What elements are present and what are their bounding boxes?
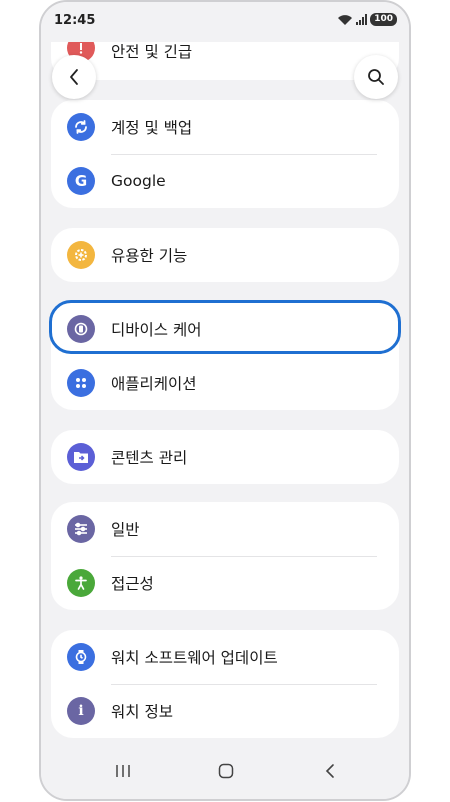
menu-label-account-backup: 계정 및 백업 [111, 119, 193, 137]
recent-apps-icon[interactable] [115, 763, 131, 779]
menu-item-google[interactable]: G Google [51, 154, 399, 208]
menu-item-accessibility[interactable]: 접근성 [51, 556, 399, 610]
apps-grid-icon [67, 369, 95, 397]
sync-icon [67, 113, 95, 141]
status-icons: 100 [337, 13, 397, 26]
menu-item-account-backup[interactable]: 계정 및 백업 [51, 100, 399, 154]
menu-label-watch-info: 워치 정보 [111, 703, 173, 721]
card-accounts: 계정 및 백업 G Google [51, 100, 399, 208]
back-button[interactable] [52, 55, 96, 99]
menu-item-watch-info[interactable]: i 워치 정보 [51, 684, 399, 738]
sliders-icon [67, 515, 95, 543]
home-icon[interactable] [218, 763, 234, 779]
status-time: 12:45 [54, 13, 96, 28]
card-general: 일반 접근성 [51, 502, 399, 610]
menu-label-useful-features: 유용한 기능 [111, 247, 188, 265]
menu-item-apps[interactable]: 애플리케이션 [51, 356, 399, 410]
status-bar: 12:45 100 [41, 2, 409, 42]
search-button[interactable] [354, 55, 398, 99]
menu-item-content-management[interactable]: 콘텐츠 관리 [51, 430, 399, 484]
menu-label-accessibility: 접근성 [111, 575, 154, 593]
card-content: 콘텐츠 관리 [51, 430, 399, 484]
menu-label-safety: 안전 및 긴급 [111, 43, 193, 61]
wifi-icon [338, 14, 353, 25]
menu-label-watch-software-update: 워치 소프트웨어 업데이트 [111, 649, 278, 667]
gear-plus-icon [67, 241, 95, 269]
navigation-bar [41, 749, 409, 799]
menu-label-google: Google [111, 172, 166, 190]
battery-icon: 100 [370, 13, 397, 26]
card-safety: 안전 및 긴급 [51, 34, 399, 80]
person-accessibility-icon [67, 569, 95, 597]
chevron-left-icon [70, 69, 78, 85]
info-icon: i [67, 697, 95, 725]
search-icon [368, 69, 384, 85]
signal-icon [356, 14, 368, 25]
device-care-highlight [49, 300, 401, 354]
menu-label-content-management: 콘텐츠 관리 [111, 449, 188, 467]
menu-label-general: 일반 [111, 521, 140, 539]
menu-item-general[interactable]: 일반 [51, 502, 399, 556]
menu-item-useful-features[interactable]: 유용한 기능 [51, 228, 399, 282]
menu-item-watch-software-update[interactable]: 워치 소프트웨어 업데이트 [51, 630, 399, 684]
google-g-icon: G [67, 167, 95, 195]
back-nav-icon[interactable] [324, 763, 336, 779]
menu-label-apps: 애플리케이션 [111, 375, 197, 393]
card-useful: 유용한 기능 [51, 228, 399, 282]
phone-frame: 안전 및 긴급 계정 및 백업 G Google 유용한 기능 디바이스 케어 … [39, 0, 411, 801]
folder-share-icon [67, 443, 95, 471]
watch-update-icon [67, 643, 95, 671]
card-watch: 워치 소프트웨어 업데이트 i 워치 정보 [51, 630, 399, 738]
